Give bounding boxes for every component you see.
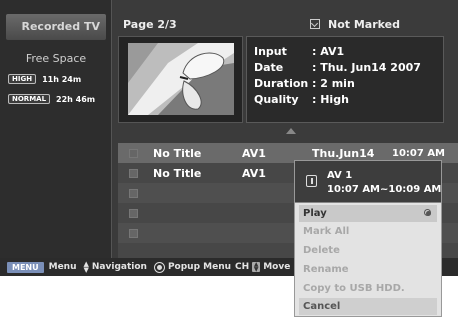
ok-button-icon xyxy=(153,261,165,273)
cancel-button[interactable]: Cancel xyxy=(299,298,437,315)
info-date: Date : Thu. Jun14 2007 xyxy=(254,61,421,74)
list-time: 10:07 AM xyxy=(392,147,446,159)
hint-menu: Menu xyxy=(48,262,77,272)
info-quality-label: Quality xyxy=(254,93,299,106)
info-quality-value: : High xyxy=(312,93,349,106)
mode-high-badge: HIGH xyxy=(8,74,37,84)
play-icon xyxy=(306,175,317,187)
menu-item-rename[interactable]: Rename xyxy=(299,261,437,278)
list-date: Thu.Jun14 xyxy=(312,146,375,160)
mode-normal-value: 22h 46m xyxy=(56,94,96,104)
hint-popup-menu: Popup Menu xyxy=(167,262,232,272)
info-date-label: Date xyxy=(254,61,284,74)
menu-item-delete[interactable]: Delete xyxy=(299,242,437,259)
info-input-label: Input xyxy=(254,45,287,58)
radio-selected-icon xyxy=(424,209,431,216)
mode-high-row: HIGH 11h 24m xyxy=(8,72,108,86)
page-indicator: Page 2/3 xyxy=(123,18,177,31)
info-duration: Duration: 2 min xyxy=(254,77,355,90)
not-marked-filter[interactable]: Not Marked xyxy=(310,18,400,31)
menu-key: MENU xyxy=(7,261,44,273)
popup-menu: AV 1 10:07 AM~10:09 AM Play Mark All Del… xyxy=(294,160,442,317)
popup-time-range: 10:07 AM~10:09 AM xyxy=(327,184,442,195)
channel-updown-icon: ▲ ▼ xyxy=(252,261,261,273)
scroll-up-icon[interactable] xyxy=(286,128,296,134)
mode-normal-badge: NORMAL xyxy=(8,94,51,104)
mode-high-value: 11h 24m xyxy=(42,74,82,84)
butterfly-image xyxy=(128,43,234,115)
info-duration-value: : 2 min xyxy=(312,77,355,90)
menu-item-mark-all[interactable]: Mark All xyxy=(299,223,437,240)
row-checkbox xyxy=(129,188,138,198)
row-checkbox[interactable] xyxy=(129,148,138,158)
menu-item-copy-usb[interactable]: Copy to USB HDD. xyxy=(299,280,437,297)
list-title: No Title xyxy=(153,166,202,180)
free-space-label: Free Space xyxy=(25,52,87,65)
not-marked-label: Not Marked xyxy=(328,18,400,31)
sidebar: Recorded TV Free Space HIGH 11h 24m NORM… xyxy=(0,0,112,258)
popup-header: AV 1 10:07 AM~10:09 AM xyxy=(295,161,441,203)
sidebar-title: Recorded TV xyxy=(6,14,106,40)
navigation-arrows-icon: ▲ ▼ xyxy=(83,260,89,274)
menu-item-label: Play xyxy=(303,208,327,219)
mode-normal-row: NORMAL 22h 46m xyxy=(8,92,108,106)
thumbnail-frame xyxy=(118,36,243,123)
info-duration-label: Duration xyxy=(254,77,309,90)
info-quality: Quality : High xyxy=(254,93,349,106)
popup-channel: AV 1 xyxy=(327,170,353,181)
info-input-value: : AV1 xyxy=(312,45,345,58)
hint-ch: CH xyxy=(235,262,250,272)
hint-navigation: Navigation xyxy=(91,262,147,272)
row-checkbox xyxy=(129,228,138,238)
row-checkbox xyxy=(129,208,138,218)
row-checkbox[interactable] xyxy=(129,168,138,178)
recording-info-box: Input : AV1 Date : Thu. Jun14 2007 Duratio… xyxy=(246,36,444,123)
info-date-value: : Thu. Jun14 2007 xyxy=(312,61,421,74)
list-title: No Title xyxy=(153,146,202,160)
menu-item-play[interactable]: Play xyxy=(299,205,437,222)
info-input: Input : AV1 xyxy=(254,45,344,58)
list-input: AV1 xyxy=(242,146,266,160)
checkbox-icon xyxy=(310,19,320,29)
recording-thumbnail xyxy=(128,43,234,115)
